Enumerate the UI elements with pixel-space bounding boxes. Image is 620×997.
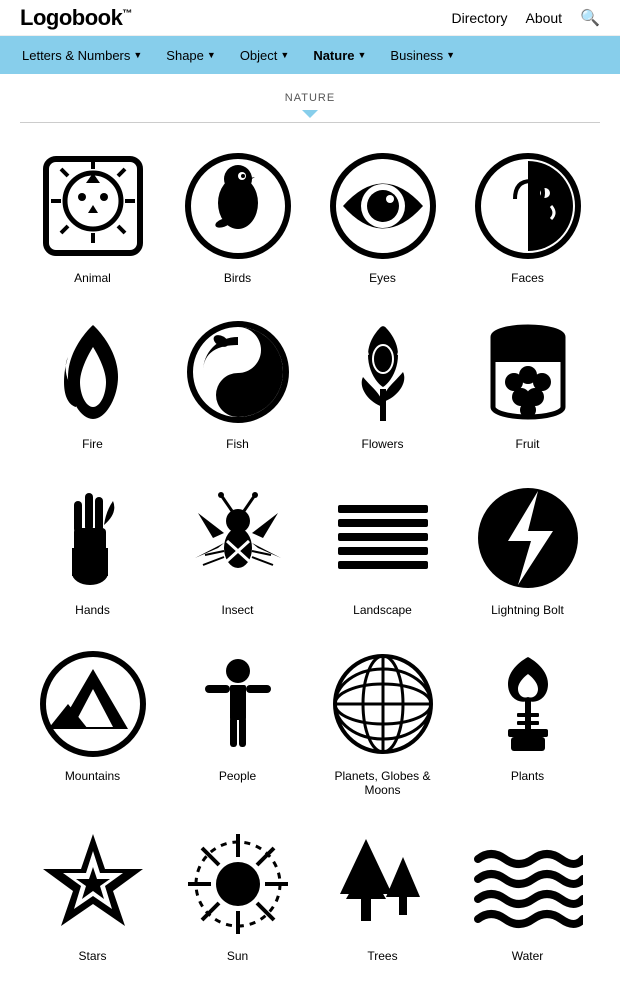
plants-icon — [473, 649, 583, 759]
header-nav: Directory About 🔍 — [451, 8, 600, 28]
category-grid: Animal Birds — [0, 123, 620, 997]
nature-dropdown: NATURE — [0, 82, 620, 122]
stars-icon — [38, 829, 148, 939]
trees-icon — [328, 829, 438, 939]
nav-label: Nature — [313, 48, 354, 63]
category-fruit[interactable]: Fruit — [455, 299, 600, 465]
category-planets[interactable]: Planets, Globes & Moons — [310, 631, 455, 811]
fish-label: Fish — [226, 437, 249, 451]
fruit-label: Fruit — [516, 437, 540, 451]
category-lightning[interactable]: Lightning Bolt — [455, 465, 600, 631]
category-animal[interactable]: Animal — [20, 133, 165, 299]
stars-label: Stars — [78, 949, 106, 963]
logo-name: Logobook — [20, 5, 122, 30]
directory-link[interactable]: Directory — [451, 10, 507, 26]
category-faces[interactable]: Faces — [455, 133, 600, 299]
nature-label: NATURE — [0, 82, 620, 122]
water-label: Water — [512, 949, 544, 963]
nav-label: Letters & Numbers — [22, 48, 130, 63]
category-stars[interactable]: Stars — [20, 811, 165, 977]
mountains-icon — [38, 649, 148, 759]
search-icon[interactable]: 🔍 — [580, 8, 600, 28]
nav-item-nature[interactable]: Nature ▼ — [303, 42, 376, 69]
category-people[interactable]: People — [165, 631, 310, 811]
faces-icon — [473, 151, 583, 261]
nav-arrow: ▼ — [358, 50, 367, 60]
insect-label: Insect — [221, 603, 253, 617]
lightning-label: Lightning Bolt — [491, 603, 564, 617]
animal-label: Animal — [74, 271, 111, 285]
planets-icon — [328, 649, 438, 759]
nav-arrow: ▼ — [446, 50, 455, 60]
hands-icon — [38, 483, 148, 593]
people-label: People — [219, 769, 256, 783]
category-trees[interactable]: Trees — [310, 811, 455, 977]
animal-icon — [38, 151, 148, 261]
category-hands[interactable]: Hands — [20, 465, 165, 631]
flowers-icon — [328, 317, 438, 427]
category-water[interactable]: Water — [455, 811, 600, 977]
nav-item-shape[interactable]: Shape ▼ — [156, 42, 226, 69]
category-fish[interactable]: Fish — [165, 299, 310, 465]
category-mountains[interactable]: Mountains — [20, 631, 165, 811]
about-link[interactable]: About — [525, 10, 562, 26]
category-insect[interactable]: Insect — [165, 465, 310, 631]
nav-item-business[interactable]: Business ▼ — [380, 42, 465, 69]
category-plants[interactable]: Plants — [455, 631, 600, 811]
birds-icon — [183, 151, 293, 261]
category-fire[interactable]: Fire — [20, 299, 165, 465]
fish-icon — [183, 317, 293, 427]
fire-icon — [38, 317, 148, 427]
planets-label: Planets, Globes & Moons — [318, 769, 447, 797]
category-eyes[interactable]: Eyes — [310, 133, 455, 299]
nav-arrow: ▼ — [133, 50, 142, 60]
nav-item-object[interactable]: Object ▼ — [230, 42, 300, 69]
mountains-label: Mountains — [65, 769, 120, 783]
category-flowers[interactable]: Flowers — [310, 299, 455, 465]
nav-item-letters[interactable]: Letters & Numbers ▼ — [12, 42, 152, 69]
insect-icon — [183, 483, 293, 593]
landscape-label: Landscape — [353, 603, 412, 617]
category-birds[interactable]: Birds — [165, 133, 310, 299]
flowers-label: Flowers — [361, 437, 403, 451]
eyes-label: Eyes — [369, 271, 396, 285]
top-nav: Letters & Numbers ▼ Shape ▼ Object ▼ Nat… — [0, 36, 620, 74]
nav-label: Shape — [166, 48, 204, 63]
category-sun[interactable]: Sun — [165, 811, 310, 977]
birds-label: Birds — [224, 271, 251, 285]
header: Logobook™ Directory About 🔍 — [0, 0, 620, 36]
trees-label: Trees — [367, 949, 397, 963]
faces-label: Faces — [511, 271, 544, 285]
sun-label: Sun — [227, 949, 248, 963]
people-icon — [183, 649, 293, 759]
category-landscape[interactable]: Landscape — [310, 465, 455, 631]
logo-tm: ™ — [122, 8, 132, 19]
fruit-icon — [473, 317, 583, 427]
nav-arrow: ▼ — [280, 50, 289, 60]
fire-label: Fire — [82, 437, 103, 451]
lightning-icon — [473, 483, 583, 593]
sun-icon — [183, 829, 293, 939]
landscape-icon — [328, 483, 438, 593]
plants-label: Plants — [511, 769, 544, 783]
eyes-icon — [328, 151, 438, 261]
nav-label: Business — [390, 48, 443, 63]
nav-arrow: ▼ — [207, 50, 216, 60]
hands-label: Hands — [75, 603, 110, 617]
logo-text: Logobook™ — [20, 5, 132, 31]
water-icon — [473, 829, 583, 939]
logo-area[interactable]: Logobook™ — [20, 5, 132, 31]
nav-label: Object — [240, 48, 278, 63]
